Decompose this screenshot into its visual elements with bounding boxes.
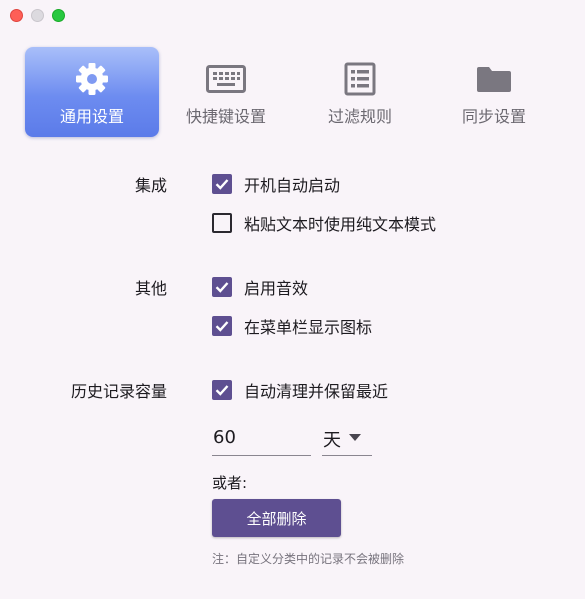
window-controls (10, 9, 65, 22)
retention-unit-select[interactable]: 天 (322, 424, 372, 456)
tab-general[interactable]: 通用设置 (25, 47, 159, 137)
gear-icon (72, 61, 112, 97)
section-label-other: 其他 (134, 279, 167, 298)
minimize-window-button[interactable] (31, 9, 44, 22)
or-label: 或者: (212, 474, 248, 492)
delete-all-button[interactable]: 全部删除 (212, 499, 341, 537)
menubar-icon-label: 在菜单栏显示图标 (244, 318, 373, 337)
tab-shortcuts[interactable]: 快捷键设置 (159, 47, 293, 137)
plain-text-paste-option[interactable]: 粘贴文本时使用纯文本模式 (212, 211, 436, 235)
checkmark-icon (215, 282, 229, 293)
section-label-history-capacity: 历史记录容量 (70, 382, 167, 401)
menubar-icon-checkbox[interactable] (212, 316, 232, 336)
keyboard-icon (206, 61, 246, 97)
checkmark-icon (215, 321, 229, 332)
tab-filter-rules[interactable]: 过滤规则 (293, 47, 427, 137)
tab-label: 通用设置 (59, 107, 124, 126)
tab-label: 同步设置 (461, 107, 526, 126)
folder-icon (474, 61, 514, 97)
launch-at-login-label: 开机自动启动 (244, 176, 341, 195)
launch-at-login-option[interactable]: 开机自动启动 (212, 172, 340, 196)
launch-at-login-checkbox[interactable] (212, 174, 232, 194)
retention-days-input[interactable] (212, 424, 311, 456)
menubar-icon-option[interactable]: 在菜单栏显示图标 (212, 314, 372, 338)
auto-cleanup-label: 自动清理并保留最近 (244, 382, 389, 401)
caret-down-icon (349, 434, 361, 441)
auto-cleanup-option[interactable]: 自动清理并保留最近 (212, 378, 388, 402)
auto-cleanup-checkbox[interactable] (212, 380, 232, 400)
checkmark-icon (215, 179, 229, 190)
tab-label: 过滤规则 (327, 107, 392, 126)
zoom-window-button[interactable] (52, 9, 65, 22)
close-window-button[interactable] (10, 9, 23, 22)
tab-sync[interactable]: 同步设置 (427, 47, 561, 137)
settings-tab-bar: 通用设置 快捷键设置 过滤规则 同步设置 (25, 47, 561, 137)
sound-effects-option[interactable]: 启用音效 (212, 275, 308, 299)
sound-effects-label: 启用音效 (244, 279, 309, 298)
sound-effects-checkbox[interactable] (212, 277, 232, 297)
tab-label: 快捷键设置 (185, 107, 266, 126)
plain-text-paste-checkbox[interactable] (212, 213, 232, 233)
note-text: 注：自定义分类中的记录不会被删除 (212, 552, 405, 566)
list-icon (340, 61, 380, 97)
plain-text-paste-label: 粘贴文本时使用纯文本模式 (244, 215, 437, 234)
checkmark-icon (215, 385, 229, 396)
retention-unit-value: 天 (323, 430, 341, 451)
section-label-integration: 集成 (134, 176, 167, 195)
